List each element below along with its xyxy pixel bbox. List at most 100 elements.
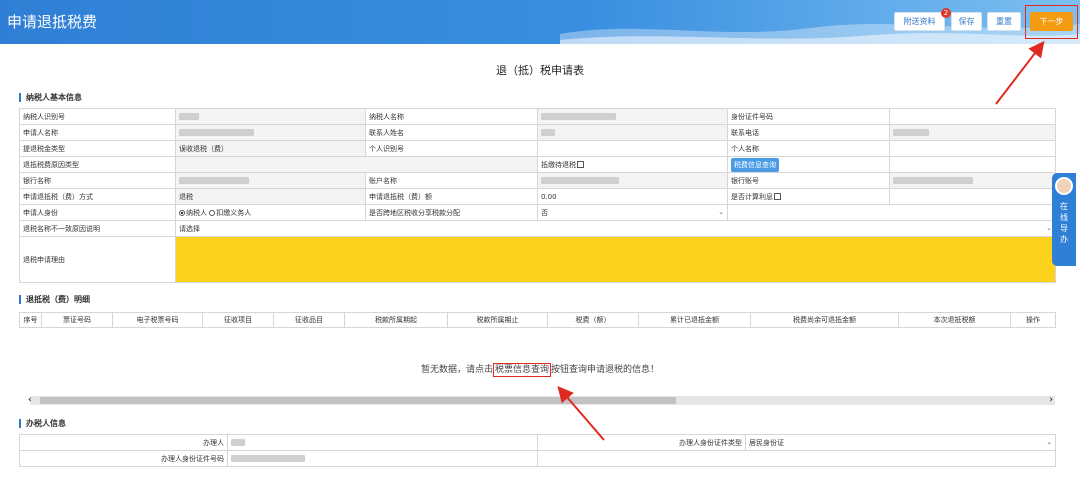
- taxpayer-id-value: [175, 108, 366, 125]
- contact-name-input[interactable]: [537, 124, 728, 141]
- identity-option-taxpayer: 纳税人: [186, 208, 207, 217]
- offset-cell: 抵缴待退税: [537, 156, 728, 173]
- assistant-avatar: [1055, 177, 1073, 195]
- query-button-cell: 税费信息查询: [727, 156, 890, 173]
- chevron-down-icon: ⌄: [1046, 437, 1052, 446]
- col-refunded-total: 累计已退抵金额: [638, 312, 751, 328]
- personal-id-input[interactable]: [537, 140, 728, 157]
- col-ticket-no: 票证号码: [41, 312, 113, 328]
- col-remaining: 税费尚余可退抵金额: [750, 312, 899, 328]
- scroll-right-icon[interactable]: ›: [1049, 395, 1053, 405]
- name-mismatch-select[interactable]: 请选择 ⌄: [175, 220, 1056, 237]
- reason-type-label: 退抵税费原因类型: [19, 156, 176, 173]
- assistant-char: 线: [1060, 213, 1068, 222]
- assistant-char: 在: [1060, 202, 1068, 211]
- handler-name-value: [227, 434, 538, 451]
- contact-phone-label: 联系电话: [727, 124, 890, 141]
- section-handler-info: 办税人信息: [19, 419, 66, 428]
- handler-id-type-select[interactable]: 居民身份证 ⌄: [745, 434, 1056, 451]
- account-name-label: 账户名称: [365, 172, 538, 189]
- col-e-ticket-no: 电子税票号码: [112, 312, 203, 328]
- identity-radio-group: 纳税人 扣缴义务人: [175, 204, 366, 221]
- method-label: 申请退抵税（费）方式: [19, 188, 176, 205]
- identity-label: 申请人身份: [19, 204, 176, 221]
- refund-type-label: 提退税金类型: [19, 140, 176, 157]
- col-levy-subitem: 征收品目: [273, 312, 345, 328]
- cross-region-label: 是否跨地区税收分享税款分配: [365, 204, 538, 221]
- refund-type-value: 误收退税（费）: [175, 140, 366, 157]
- empty-state-text-before: 暂无数据，请点击: [420, 365, 493, 375]
- personal-name-input[interactable]: [889, 140, 1056, 157]
- handler-spacer: [537, 450, 1056, 467]
- reason-label: 退税申请理由: [19, 236, 176, 283]
- form-title: 退（抵）税申请表: [496, 64, 584, 77]
- empty-state-text-after: 按钮查询申请退税的信息！: [551, 365, 660, 375]
- identity-withholder-radio[interactable]: [209, 209, 216, 216]
- applicant-name-label: 申请人名称: [19, 124, 176, 141]
- interest-checkbox[interactable]: [774, 193, 781, 200]
- refund-detail-table: 序号 票证号码 电子税票号码 征收项目 征收品目 税款所属期起 税款所属期止 税…: [19, 312, 1056, 328]
- reason-textarea[interactable]: [175, 236, 1056, 283]
- personal-name-label: 个人名称: [727, 140, 890, 157]
- col-levy-item: 征收项目: [202, 312, 274, 328]
- cross-region-select[interactable]: 否 ⌄: [537, 204, 728, 221]
- contact-phone-input[interactable]: [889, 124, 1056, 141]
- page-title: 申请退抵税费: [7, 13, 98, 31]
- offset-checkbox[interactable]: [577, 161, 584, 168]
- basic-info-table: 纳税人识别号 纳税人名称 身份证件号码 申请人名称 联系人姓名 联系电话 提退税…: [19, 108, 1056, 283]
- interest-cell: 是否计算利息: [727, 188, 890, 205]
- method-value: 退税: [175, 188, 366, 205]
- tax-info-query-button[interactable]: 税费信息查询: [731, 157, 779, 172]
- handler-id-type-label: 办理人身份证件类型: [537, 434, 746, 451]
- interest-spacer: [889, 188, 1056, 205]
- col-index: 序号: [19, 312, 42, 328]
- col-period-start: 税款所属期起: [344, 312, 448, 328]
- taxpayer-name-label: 纳税人名称: [365, 108, 538, 125]
- bank-name-value: [175, 172, 366, 189]
- horizontal-scrollbar[interactable]: ‹ ›: [28, 395, 1055, 405]
- handler-id-number-value: [227, 450, 538, 467]
- identity-taxpayer-radio[interactable]: [179, 209, 185, 216]
- query-button-spacer: [889, 156, 1056, 173]
- applicant-name-value: [175, 124, 366, 141]
- handler-id-number-label: 办理人身份证件号码: [19, 450, 228, 467]
- col-action: 操作: [1010, 312, 1056, 328]
- reset-button[interactable]: 重置: [987, 12, 1021, 31]
- col-this-refund: 本次退抵税额: [898, 312, 1011, 328]
- assistant-char: 导: [1060, 224, 1068, 233]
- cross-region-value: 否: [541, 208, 548, 217]
- scrollbar-thumb[interactable]: [40, 397, 676, 404]
- attach-count-badge: 2: [941, 8, 951, 18]
- personal-id-label: 个人识别号: [365, 140, 538, 157]
- amount-input[interactable]: 0.00: [537, 188, 728, 205]
- online-assistant-tab[interactable]: 在 线 导 办: [1052, 173, 1076, 266]
- handler-info-table: 办理人 办理人身份证件类型 居民身份证 ⌄ 办理人身份证件号码: [19, 434, 1056, 467]
- cross-region-spacer: [727, 204, 1056, 221]
- chevron-down-icon: ⌄: [718, 207, 724, 216]
- name-mismatch-value: 请选择: [179, 224, 200, 233]
- detail-header-row: 序号 票证号码 电子税票号码 征收项目 征收品目 税款所属期起 税款所属期止 税…: [19, 312, 1056, 328]
- id-number-label: 身份证件号码: [727, 108, 890, 125]
- interest-label: 是否计算利息: [731, 192, 773, 201]
- bank-account-label: 银行账号: [727, 172, 890, 189]
- section-basic-info: 纳税人基本信息: [19, 93, 82, 102]
- amount-label: 申请退抵税（费）额: [365, 188, 538, 205]
- account-name-value: [537, 172, 728, 189]
- handler-name-label: 办理人: [19, 434, 228, 451]
- assistant-char: 办: [1060, 235, 1068, 244]
- attach-materials-button[interactable]: 附送资料: [894, 12, 945, 31]
- handler-id-type-value: 居民身份证: [749, 438, 784, 447]
- id-number-input[interactable]: [889, 108, 1056, 125]
- taxpayer-name-value: [537, 108, 728, 125]
- section-refund-detail: 退抵税（费）明细: [19, 295, 90, 304]
- save-button[interactable]: 保存: [951, 12, 982, 31]
- reason-type-value: [175, 156, 538, 173]
- offset-label: 抵缴待退税: [541, 160, 576, 169]
- identity-option-withholder: 扣缴义务人: [216, 208, 252, 217]
- col-period-end: 税款所属期止: [447, 312, 548, 328]
- name-mismatch-label: 退税名称不一致原因说明: [19, 220, 176, 237]
- taxpayer-id-label: 纳税人识别号: [19, 108, 176, 125]
- col-tax-amount: 税费（额）: [547, 312, 639, 328]
- scroll-left-icon[interactable]: ‹: [28, 395, 32, 405]
- empty-state-query-link[interactable]: 税票信息查询: [492, 363, 551, 377]
